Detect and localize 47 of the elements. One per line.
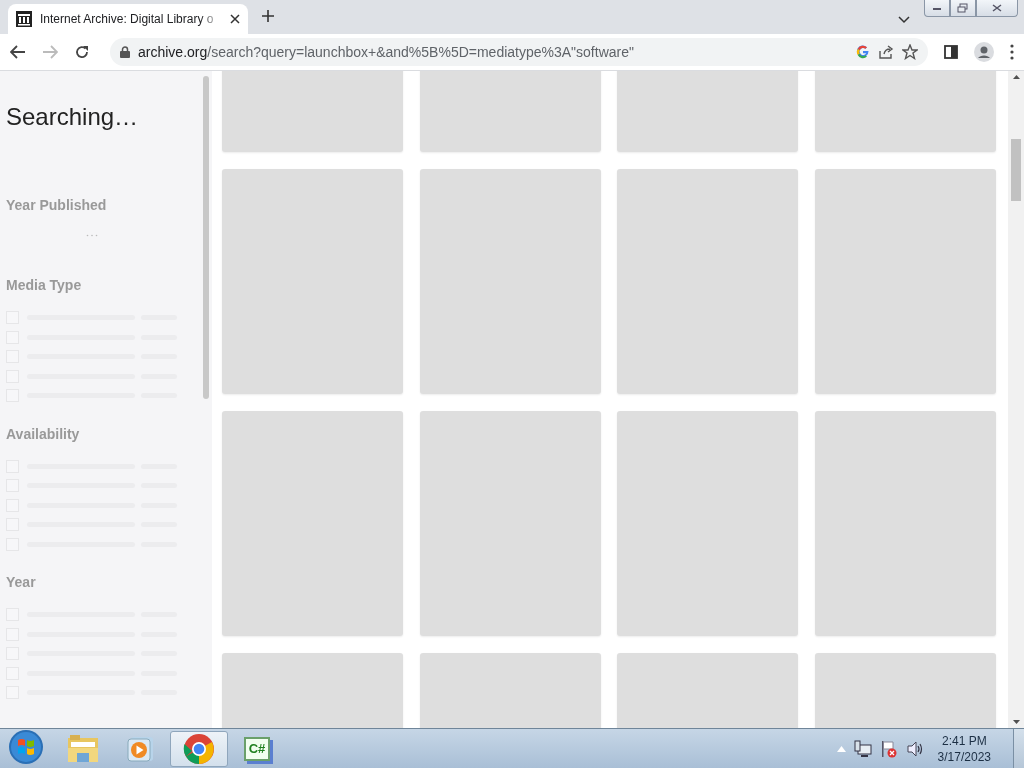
share-icon[interactable] bbox=[878, 45, 894, 59]
facet-title: Year bbox=[6, 574, 37, 590]
flag-warning-icon[interactable] bbox=[879, 739, 898, 758]
up-arrow-icon bbox=[1012, 75, 1020, 79]
google-icon[interactable] bbox=[856, 45, 870, 59]
close-icon[interactable] bbox=[230, 14, 240, 24]
csharp-app-icon: C# bbox=[244, 736, 270, 761]
taskbar-app[interactable] bbox=[170, 730, 228, 767]
reload-icon[interactable] bbox=[74, 44, 90, 60]
loading-dots-icon bbox=[86, 233, 98, 237]
scrollbar[interactable] bbox=[1008, 71, 1024, 728]
facet-title: Year Published bbox=[6, 197, 108, 213]
taskbar-app[interactable]: C# bbox=[228, 730, 286, 767]
back-icon[interactable] bbox=[10, 45, 26, 59]
down-arrow-icon bbox=[1012, 720, 1020, 724]
menu-icon[interactable] bbox=[1010, 44, 1014, 60]
close-icon bbox=[992, 4, 1002, 12]
scrollbar-thumb[interactable] bbox=[1011, 139, 1021, 201]
clock[interactable]: 2:41 PM 3/17/2023 bbox=[937, 732, 991, 765]
show-desktop-button[interactable] bbox=[1013, 728, 1024, 768]
folder-icon bbox=[67, 733, 99, 764]
restore-icon bbox=[957, 3, 969, 13]
speaker-icon[interactable] bbox=[905, 739, 924, 758]
browser-tab[interactable]: Internet Archive: Digital Library o bbox=[8, 4, 248, 34]
windows-start-icon[interactable] bbox=[8, 728, 44, 765]
lock-icon bbox=[120, 46, 130, 58]
chrome-icon bbox=[183, 732, 215, 765]
star-icon[interactable] bbox=[902, 44, 918, 60]
play-icon bbox=[127, 734, 155, 763]
facet-title: Availability bbox=[6, 425, 81, 442]
profile-icon[interactable] bbox=[974, 42, 994, 62]
address-bar[interactable]: archive.org/search?query=launchbox+&and%5B%5D=mediatype%3A"software" bbox=[110, 38, 928, 66]
minimize-icon bbox=[932, 5, 942, 11]
side-panel-icon[interactable] bbox=[944, 45, 958, 59]
tab-title: Internet Archive: Digital Library o bbox=[40, 12, 215, 26]
facet-title: Media Type bbox=[6, 277, 83, 293]
restore-button[interactable] bbox=[950, 0, 976, 17]
chevron-down-icon[interactable] bbox=[898, 16, 910, 24]
up-arrow-icon[interactable] bbox=[836, 745, 846, 752]
status-heading: Searching… bbox=[6, 103, 140, 131]
museum-icon bbox=[16, 11, 32, 27]
forward-icon[interactable] bbox=[42, 45, 58, 59]
scrollbar-thumb[interactable] bbox=[203, 76, 209, 399]
close-window-button[interactable] bbox=[976, 0, 1018, 17]
network-icon[interactable] bbox=[853, 739, 872, 758]
minimize-button[interactable] bbox=[924, 0, 950, 17]
plus-icon[interactable] bbox=[262, 10, 274, 22]
